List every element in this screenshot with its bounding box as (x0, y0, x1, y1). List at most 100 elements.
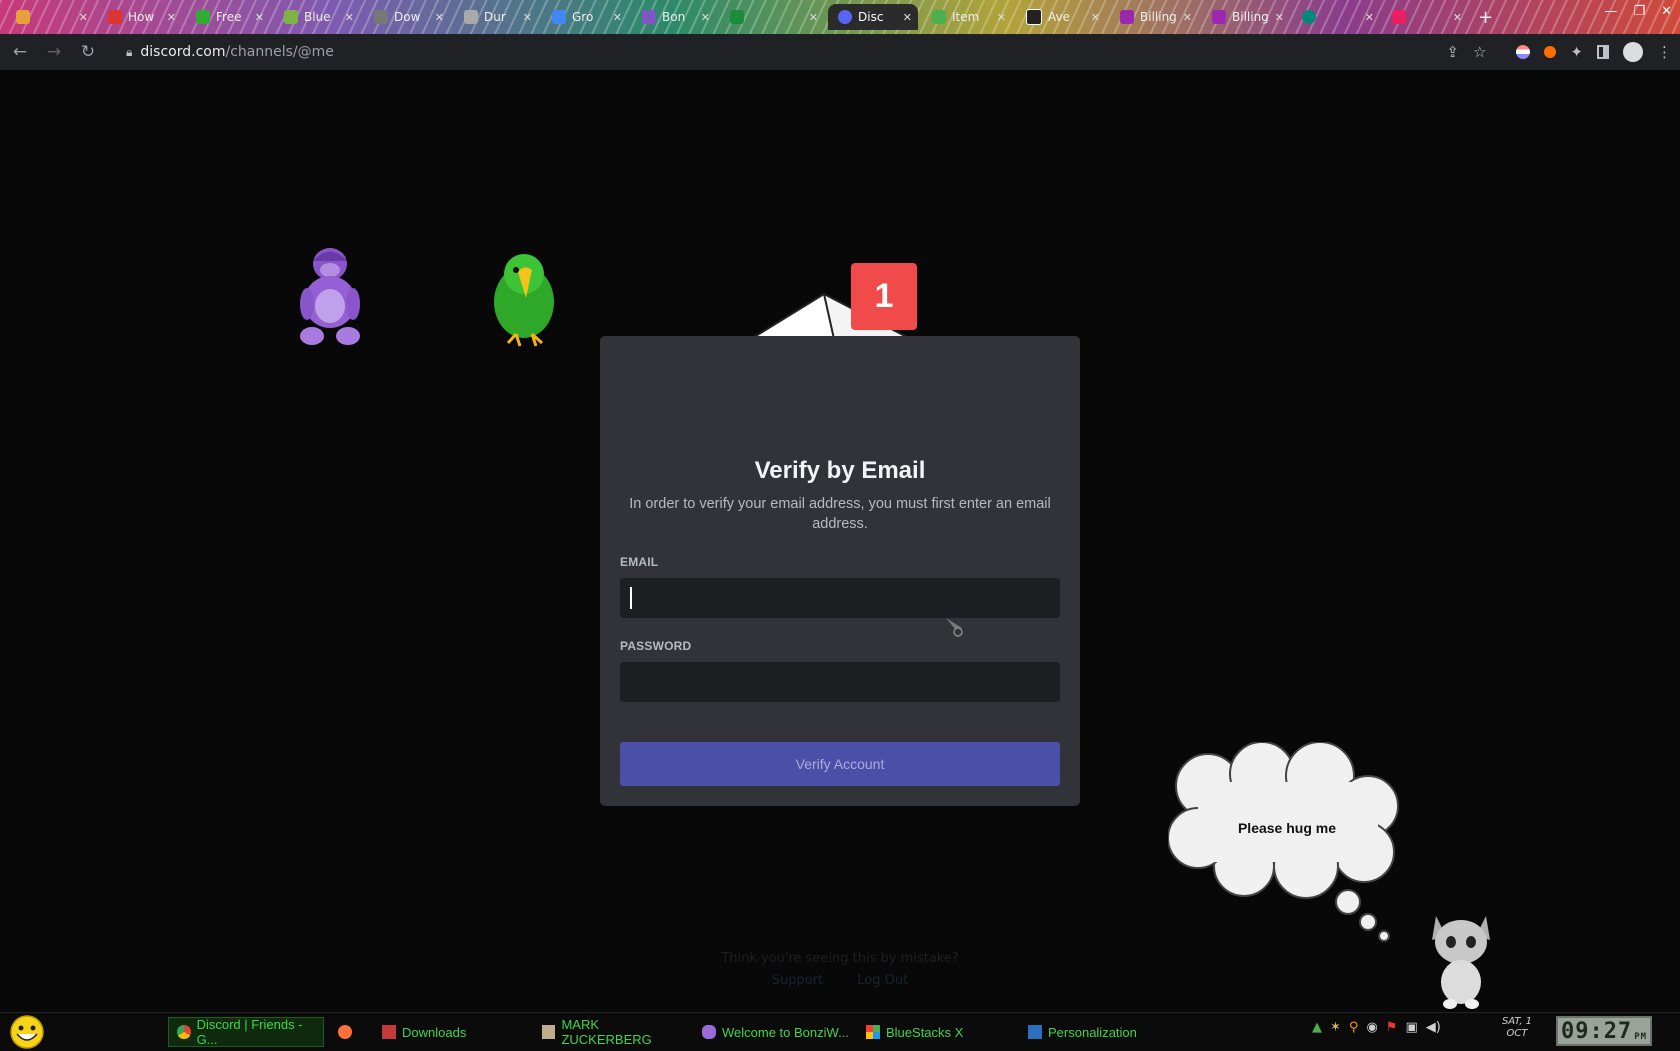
forward-icon[interactable]: → (40, 42, 68, 62)
browser-tab[interactable]: Free ✕ (186, 4, 270, 30)
tab-close-icon[interactable]: ✕ (435, 11, 444, 24)
browser-tab[interactable]: Bon ✕ (632, 4, 716, 30)
browser-tab[interactable]: Billing ✕ (1110, 4, 1198, 30)
tab-favicon-icon (1212, 10, 1226, 24)
browser-tab[interactable]: Dur ✕ (454, 4, 538, 30)
browser-tab[interactable]: ✕ (1292, 4, 1380, 30)
taskbar-item-downloads[interactable]: Downloads (374, 1017, 528, 1047)
url-path: /channels/@me (225, 44, 334, 60)
tray-search-icon[interactable]: ⚲ (1349, 1020, 1359, 1035)
thought-bubble (1168, 742, 1399, 942)
firefox-icon (338, 1025, 352, 1039)
cat-mascot-icon[interactable] (1426, 906, 1496, 1010)
tab-favicon-icon (642, 10, 656, 24)
minimize-icon[interactable]: — (1604, 4, 1617, 19)
side-panel-icon[interactable] (1597, 45, 1609, 59)
browser-tab[interactable]: ✕ (6, 4, 94, 30)
tab-close-icon[interactable]: ✕ (1275, 11, 1284, 24)
taskbar-item-bluestacks[interactable]: BlueStacks X (858, 1017, 1014, 1047)
browser-tab[interactable]: Item ✕ (922, 4, 1012, 30)
tray-bonzi-icon[interactable]: ✶ (1330, 1020, 1341, 1035)
browser-tab[interactable]: Gro ✕ (542, 4, 628, 30)
tab-close-icon[interactable]: ✕ (523, 11, 532, 24)
modal-description: In order to verify your email address, y… (629, 496, 1051, 532)
new-tab-button[interactable]: + (1472, 4, 1498, 30)
browser-tab[interactable]: ✕ (1382, 4, 1468, 30)
bluestacks-icon (866, 1025, 880, 1039)
bonzi-gorilla-icon[interactable] (290, 244, 370, 348)
extension-flag-icon[interactable] (1516, 45, 1531, 59)
tab-close-icon[interactable]: ✕ (345, 11, 354, 24)
green-parrot-icon[interactable] (486, 248, 562, 352)
tab-close-icon[interactable]: ✕ (809, 11, 818, 24)
browser-tab[interactable]: Blue ✕ (274, 4, 360, 30)
tab-close-icon[interactable]: ✕ (1453, 11, 1462, 24)
mouse-cursor-icon (946, 618, 963, 637)
tray-network-icon[interactable]: ▣ (1405, 1020, 1417, 1035)
tab-favicon-icon (1120, 10, 1134, 24)
url-host: discord.com (140, 44, 226, 60)
browser-tab[interactable]: Ave ✕ (1016, 4, 1106, 30)
system-tray: ▲ ✶ ⚲ ◉ ⚑ ▣ ◀) (1312, 1020, 1441, 1035)
discord-favicon-icon (838, 10, 852, 24)
tab-favicon-icon (464, 10, 478, 24)
tab-favicon-icon (1302, 10, 1316, 24)
taskbar-item-firefox[interactable] (330, 1017, 370, 1047)
tab-close-icon[interactable]: ✕ (255, 11, 264, 24)
taskbar-item-personalization[interactable]: Personalization (1020, 1017, 1176, 1047)
browser-tab-active[interactable]: Disc ✕ (828, 4, 918, 30)
window-controls: — ❐ ✕ (1604, 4, 1672, 19)
extensions-puzzle-icon[interactable]: ✦ (1570, 43, 1583, 61)
share-icon[interactable]: ⇪ (1446, 43, 1459, 61)
restore-icon[interactable]: ❐ (1633, 4, 1645, 19)
email-field[interactable] (620, 578, 1060, 618)
support-link[interactable]: Support (772, 973, 823, 988)
tray-volume-icon[interactable]: ◀) (1426, 1020, 1441, 1035)
browser-toolbar: ← → ↻ 🔒︎ discord.com/channels/@me ⇪ ☆ ✦ … (0, 34, 1680, 70)
browser-tab[interactable]: ✕ (720, 4, 824, 30)
toolbar-actions: ⇪ ☆ ✦ ⋮ (1446, 34, 1672, 70)
tab-close-icon[interactable]: ✕ (613, 11, 622, 24)
browser-tab[interactable]: Dow ✕ (364, 4, 450, 30)
tray-flag-icon[interactable]: ⚑ (1386, 1020, 1398, 1035)
address-bar[interactable]: 🔒︎ discord.com/channels/@me (112, 39, 1412, 65)
password-field[interactable] (620, 662, 1060, 702)
tab-close-icon[interactable]: ✕ (167, 11, 176, 24)
document-icon (542, 1025, 556, 1039)
tab-favicon-icon (552, 10, 566, 24)
tab-close-icon[interactable]: ✕ (1091, 11, 1100, 24)
tab-favicon-icon (196, 10, 210, 24)
tray-date: SAT, 1 OCT (1501, 1016, 1533, 1039)
tray-clock[interactable]: 09:27 PM (1556, 1016, 1652, 1046)
verify-account-button[interactable]: Verify Account (620, 742, 1060, 786)
start-smiley-icon[interactable] (8, 1014, 46, 1050)
tab-close-icon[interactable]: ✕ (79, 11, 88, 24)
tray-circle-icon[interactable]: ◉ (1366, 1020, 1377, 1035)
tab-close-icon[interactable]: ✕ (903, 11, 912, 24)
tab-favicon-icon (16, 10, 30, 24)
logout-link[interactable]: Log Out (857, 973, 908, 988)
reload-icon[interactable]: ↻ (74, 42, 102, 62)
tab-favicon-icon (284, 10, 298, 24)
tab-close-icon[interactable]: ✕ (1365, 11, 1374, 24)
taskbar-item-bonzi[interactable]: Welcome to BonziW... (694, 1017, 852, 1047)
tab-favicon-icon (108, 10, 122, 24)
bookmark-star-icon[interactable]: ☆ (1473, 43, 1486, 61)
taskbar-item-mark-zuckerberg[interactable]: MARK ZUCKERBERG (534, 1017, 688, 1047)
back-icon[interactable]: ← (6, 42, 34, 62)
tray-tree-icon[interactable]: ▲ (1312, 1020, 1322, 1035)
tab-close-icon[interactable]: ✕ (997, 11, 1006, 24)
browser-tab[interactable]: Billing ✕ (1202, 4, 1290, 30)
tab-close-icon[interactable]: ✕ (1183, 11, 1192, 24)
lock-icon: 🔒︎ (126, 44, 133, 59)
close-window-icon[interactable]: ✕ (1661, 4, 1672, 19)
profile-avatar-icon[interactable] (1623, 42, 1643, 62)
tab-favicon-icon (730, 10, 744, 24)
extension-fire-icon[interactable] (1544, 46, 1557, 58)
downloads-icon (382, 1025, 396, 1039)
tab-close-icon[interactable]: ✕ (701, 11, 710, 24)
taskbar-item-discord[interactable]: Discord | Friends - G... (168, 1017, 324, 1047)
browser-tab[interactable]: How ✕ (98, 4, 182, 30)
kebab-menu-icon[interactable]: ⋮ (1657, 43, 1672, 61)
notification-badge: 1 (851, 263, 917, 330)
